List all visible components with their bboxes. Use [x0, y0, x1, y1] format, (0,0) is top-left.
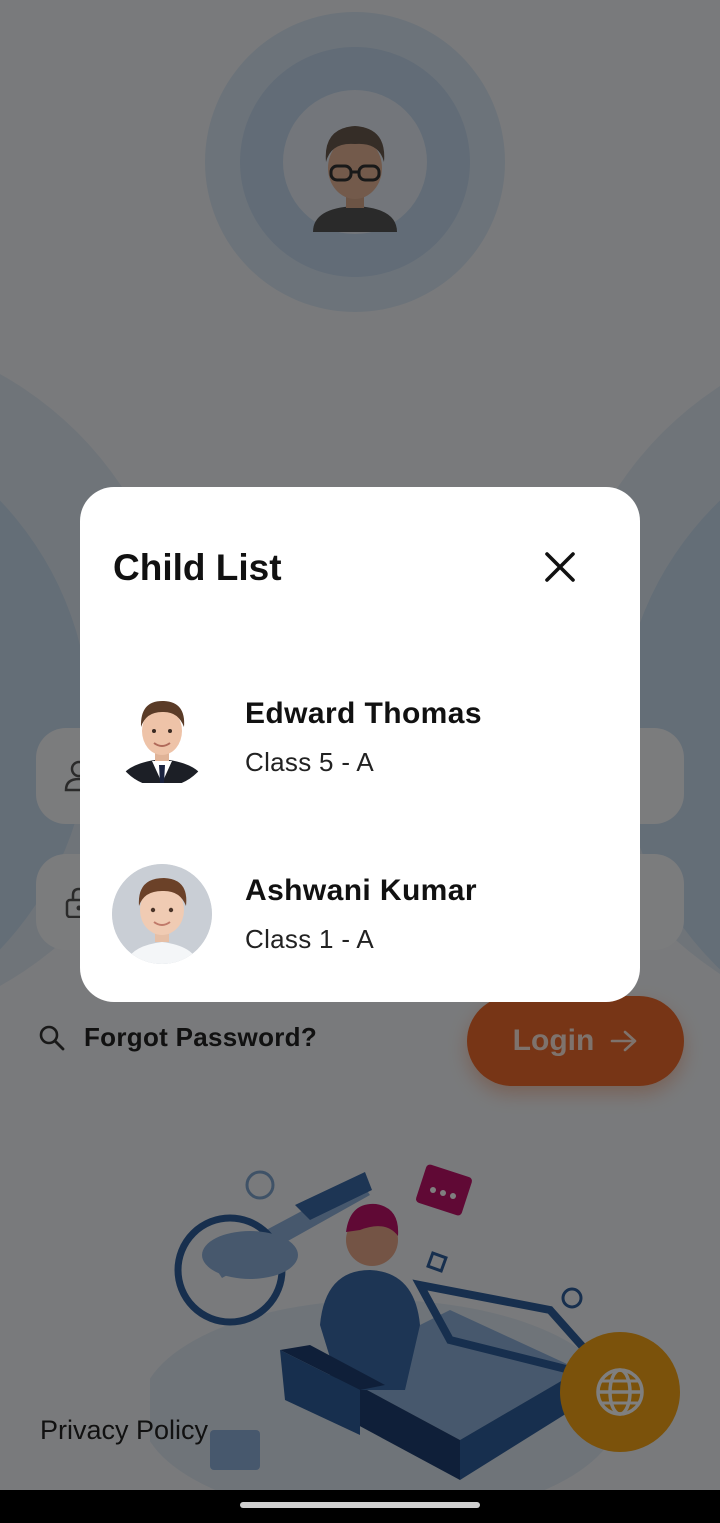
- close-icon: [545, 552, 575, 582]
- system-nav-bar: [0, 1490, 720, 1523]
- dialog-title: Child List: [113, 547, 282, 588]
- home-indicator[interactable]: [240, 1502, 480, 1508]
- child-photo: [112, 864, 212, 964]
- child-class: Class 5 - A: [245, 747, 375, 777]
- child-list-item[interactable]: Ashwani Kumar Class 1 - A: [80, 854, 640, 984]
- close-button[interactable]: [538, 545, 582, 589]
- child-class: Class 1 - A: [245, 924, 375, 954]
- child-avatar: [112, 864, 212, 964]
- child-name: Edward Thomas: [245, 697, 482, 730]
- child-list-dialog: Child List Edward Thomas Class 5 - A Ash…: [80, 487, 640, 1002]
- child-name: Ashwani Kumar: [245, 874, 477, 907]
- child-avatar: [112, 687, 212, 787]
- child-photo: [118, 700, 206, 783]
- child-list-item[interactable]: Edward Thomas Class 5 - A: [80, 677, 640, 807]
